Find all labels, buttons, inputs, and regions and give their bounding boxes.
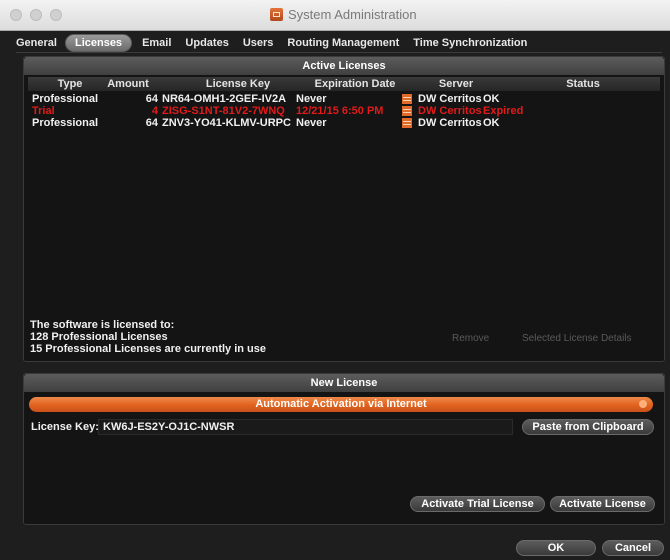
- cell-type: Trial: [32, 105, 55, 117]
- minimize-window-button[interactable]: [30, 9, 42, 21]
- tab-time-synchronization[interactable]: Time Synchronization: [413, 36, 527, 50]
- tab-general[interactable]: General: [16, 36, 57, 50]
- cell-amount: 64: [145, 93, 158, 105]
- new-license-header: New License: [24, 374, 664, 392]
- cell-amount: 64: [145, 117, 158, 129]
- table-row[interactable]: Professional 64 NR64-OMH1-2GEF-IV2A Neve…: [28, 93, 660, 105]
- cell-expiration: Never: [296, 117, 327, 129]
- ok-button[interactable]: OK: [516, 540, 596, 556]
- column-expiration-date[interactable]: Expiration Date: [300, 77, 410, 91]
- cell-status: Expired: [483, 105, 524, 117]
- server-icon: [402, 118, 412, 128]
- license-key-label: License Key:: [31, 421, 99, 433]
- column-amount[interactable]: Amount: [100, 77, 156, 91]
- cancel-button[interactable]: Cancel: [602, 540, 664, 556]
- zoom-window-button[interactable]: [50, 9, 62, 21]
- cell-status: OK: [483, 117, 500, 129]
- column-license-key[interactable]: License Key: [178, 77, 298, 91]
- cell-license-key: ZISG-S1NT-81V2-7WNQ: [162, 105, 285, 117]
- app-icon: [270, 8, 283, 21]
- selected-license-details-button[interactable]: Selected License Details: [522, 333, 632, 344]
- cell-expiration: Never: [296, 93, 327, 105]
- active-licenses-header: Active Licenses: [24, 57, 664, 75]
- cell-type: Professional: [32, 117, 99, 129]
- licensed-to-label: The software is licensed to:: [30, 319, 175, 331]
- server-icon: [402, 106, 412, 116]
- cell-server: DW Cerritos: [418, 105, 482, 117]
- tab-licenses[interactable]: Licenses: [64, 34, 133, 52]
- table-row[interactable]: Trial 4 ZISG-S1NT-81V2-7WNQ 12/21/15 6:5…: [28, 105, 660, 117]
- chevron-down-icon: [639, 400, 647, 408]
- column-server[interactable]: Server: [416, 77, 496, 91]
- cell-expiration: 12/21/15 6:50 PM: [296, 105, 384, 117]
- tab-updates[interactable]: Updates: [185, 36, 228, 50]
- license-key-input[interactable]: [98, 419, 513, 435]
- title-bar: System Administration: [0, 0, 670, 31]
- window-title: System Administration: [270, 7, 417, 22]
- activation-method-value: Automatic Activation via Internet: [255, 398, 427, 410]
- licenses-table-header: Type Amount License Key Expiration Date …: [28, 77, 660, 91]
- cell-server: DW Cerritos: [418, 93, 482, 105]
- tab-divider: [16, 52, 662, 53]
- cell-license-key: NR64-OMH1-2GEF-IV2A: [162, 93, 287, 105]
- cell-amount: 4: [151, 105, 158, 117]
- tab-routing-management[interactable]: Routing Management: [287, 36, 399, 50]
- paste-from-clipboard-button[interactable]: Paste from Clipboard: [522, 419, 654, 435]
- column-status[interactable]: Status: [528, 77, 638, 91]
- active-licenses-panel: Active Licenses Type Amount License Key …: [23, 56, 665, 362]
- window-title-text: System Administration: [288, 7, 417, 22]
- activation-method-select[interactable]: Automatic Activation via Internet: [29, 397, 653, 412]
- cell-server: DW Cerritos: [418, 117, 482, 129]
- table-row[interactable]: Professional 64 ZNV3-YO41-KLMV-URPC Neve…: [28, 117, 660, 129]
- close-window-button[interactable]: [10, 9, 22, 21]
- tab-email[interactable]: Email: [142, 36, 171, 50]
- cell-license-key: ZNV3-YO41-KLMV-URPC: [162, 117, 291, 129]
- server-icon: [402, 94, 412, 104]
- licenses-in-use: 15 Professional Licenses are currently i…: [30, 343, 266, 355]
- column-type[interactable]: Type: [48, 77, 92, 91]
- remove-button[interactable]: Remove: [452, 333, 489, 344]
- cell-status: OK: [483, 93, 500, 105]
- activate-trial-license-button[interactable]: Activate Trial License: [410, 496, 545, 512]
- professional-licenses-count: 128 Professional Licenses: [30, 331, 168, 343]
- tab-users[interactable]: Users: [243, 36, 274, 50]
- activate-license-button[interactable]: Activate License: [550, 496, 655, 512]
- tab-bar: General Licenses Email Updates Users Rou…: [16, 34, 541, 52]
- cell-type: Professional: [32, 93, 99, 105]
